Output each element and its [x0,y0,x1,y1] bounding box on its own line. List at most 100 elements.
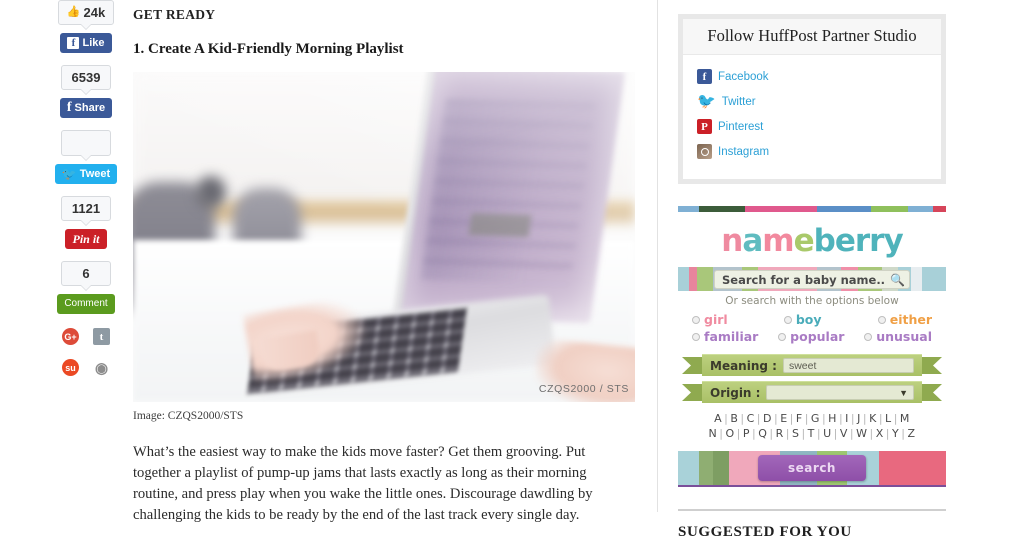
follow-link-twitter[interactable]: 🐦 Twitter [697,94,927,109]
logo-letter-6: r [854,223,870,259]
stripe-segment-12 [921,267,947,291]
radio-option-familiar[interactable]: familiar [692,329,758,344]
stripe-segment-0 [678,451,700,485]
tumblr-icon[interactable]: t [93,328,110,345]
nameberry-search-band: Search for a baby name.. 🔍 [678,267,947,291]
nameberry-top-stripe-band [678,206,946,212]
alphabet-letter-C[interactable]: C [747,412,755,425]
alphabet-letter-N[interactable]: N [708,427,717,440]
radio-icon[interactable] [783,315,792,324]
alphabet-letter-U[interactable]: U [823,427,832,440]
google-plus-icon[interactable]: G+ [62,328,79,345]
option-label: unusual [876,329,932,344]
alphabet-letter-F[interactable]: F [796,412,803,425]
reddit-icon[interactable]: ◉ [93,359,110,377]
stripe-segment-0 [678,206,700,212]
pinterest-count-bubble: 1121 [61,196,111,226]
stripe-segment-0 [678,267,689,291]
search-input-placeholder: Search for a baby name.. [722,272,886,287]
article-subhead: 1. Create A Kid-Friendly Morning Playlis… [133,41,404,57]
radio-icon[interactable] [864,332,873,341]
comment-button[interactable]: Comment [57,294,115,314]
follow-link-label: Instagram [718,145,770,158]
instagram-icon [697,144,712,159]
social-share-rail: 👍 24k f Like 6539 f Share 🐦 Tweet 1121 P… [54,0,118,512]
facebook-share-button[interactable]: f Share [59,98,113,118]
alphabet-letter-P[interactable]: P [743,427,750,440]
alphabet-letter-M[interactable]: M [900,412,910,425]
comment-unit: 6 Comment [55,261,117,314]
stripe-segment-6 [932,206,946,212]
alphabet-letter-W[interactable]: W [856,427,867,440]
radio-option-popular[interactable]: popular [778,329,844,344]
pinterest-pin-button[interactable]: Pin it [65,229,107,249]
alphabet-separator: | [773,412,779,425]
alphabet-separator: | [878,412,884,425]
alphabet-separator: | [751,427,757,440]
radio-option-girl[interactable]: girl [692,312,728,327]
alphabet-row-2[interactable]: N | O | P | Q | R | S | T | U | V | W | X | Y | Z [678,426,946,441]
follow-link-pinterest[interactable]: P Pinterest [697,119,927,134]
alphabet-row-1[interactable]: A | B | C | D | E | F | G | H | I | J | K | L | M [678,411,946,426]
stripe-segment-1 [699,451,713,485]
alphabet-separator: | [801,427,806,440]
twitter-count-bubble [61,130,111,161]
mini-share-row-2: su ◉ [55,359,117,377]
option-label: either [889,312,932,327]
nameberry-bottom-rule [678,485,946,487]
alphabet-separator: | [769,427,774,440]
alphabet-letter-L[interactable]: L [885,412,892,425]
photo-credit-overlay: CZQS2000 / STS [538,383,629,395]
radio-icon[interactable] [692,332,700,341]
stumbleupon-icon[interactable]: su [62,359,79,376]
radio-option-boy[interactable]: boy [783,312,822,327]
baby-name-search-input[interactable]: Search for a baby name.. 🔍 [714,270,910,289]
follow-link-label: Facebook [718,70,769,83]
comment-count-bubble: 6 [61,261,111,291]
right-sidebar: Follow HuffPost Partner Studio f Faceboo… [678,0,947,541]
page-root: 👍 24k f Like 6539 f Share 🐦 Tweet 1121 P… [0,0,1024,540]
stripe-segment-3 [817,206,871,212]
alphabet-letter-Q[interactable]: Q [758,427,767,440]
alphabet-letter-G[interactable]: G [811,412,820,425]
radio-icon[interactable] [692,315,700,324]
alphabet-letter-A[interactable]: A [714,412,722,425]
origin-select[interactable]: ▼ [766,385,914,400]
follow-link-facebook[interactable]: f Facebook [697,69,927,84]
radio-icon[interactable] [877,315,886,324]
alphabet-separator: | [893,412,898,425]
option-label: girl [704,312,728,327]
twitter-label: Tweet [79,168,111,180]
nameberry-search-button[interactable]: search [758,455,866,481]
alphabet-separator: | [740,412,745,425]
follow-card-title: Follow HuffPost Partner Studio [683,19,941,55]
radio-option-unusual[interactable]: unusual [864,329,932,344]
facebook-like-button[interactable]: f Like [60,33,112,53]
follow-link-instagram[interactable]: Instagram [697,144,927,159]
alphabet-letter-H[interactable]: H [828,412,837,425]
alphabet-letter-K[interactable]: K [869,412,877,425]
radio-icon[interactable] [778,332,787,341]
search-icon[interactable]: 🔍 [890,273,905,287]
radio-option-either[interactable]: either [877,312,932,327]
alphabet-letter-X[interactable]: X [876,427,884,440]
alphabet-letter-V[interactable]: V [840,427,848,440]
meaning-ribbon: Meaning : sweet [678,354,946,376]
alphabet-letter-R[interactable]: R [776,427,784,440]
meaning-input[interactable]: sweet [782,358,914,373]
logo-letter-7: r [869,223,884,259]
meaning-label: Meaning : [710,358,777,373]
logo-letter-0: n [721,223,743,259]
chevron-down-icon: ▼ [899,387,908,398]
facebook-like-unit: 👍 24k f Like [55,0,117,53]
alphabet-letter-D[interactable]: D [763,412,772,425]
facebook-icon: f [697,69,712,84]
nameberry-option-row-2: familiar popular unusual [690,328,934,345]
stripe-segment-1 [699,206,745,212]
twitter-icon: 🐦 [697,93,716,110]
twitter-tweet-button[interactable]: 🐦 Tweet [54,164,118,184]
alphabet-letter-T[interactable]: T [808,427,815,440]
alphabet-letter-Z[interactable]: Z [907,427,915,440]
alphabet-letter-O[interactable]: O [725,427,734,440]
alphabet-letter-E[interactable]: E [780,412,787,425]
